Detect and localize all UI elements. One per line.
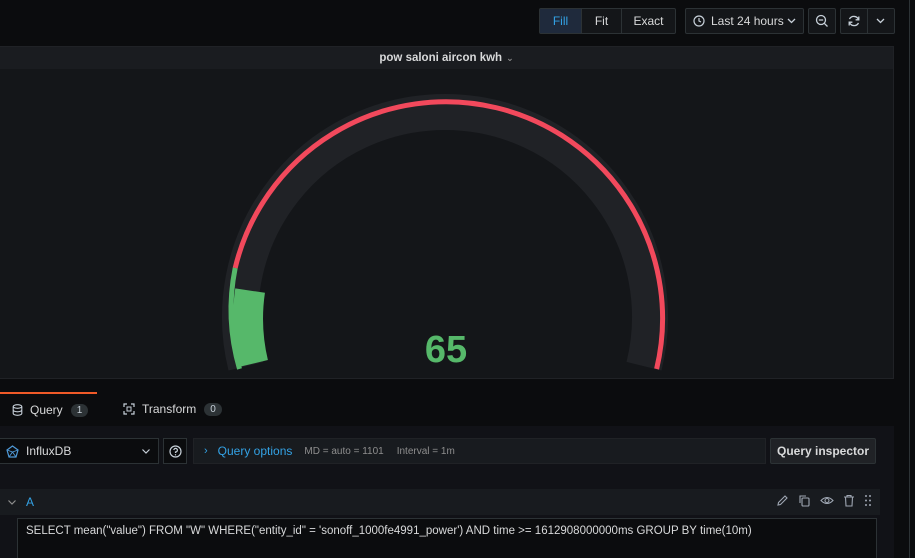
refresh-icon[interactable] (841, 9, 868, 33)
datasource-help-button[interactable] (163, 438, 187, 464)
drag-handle-icon[interactable] (864, 494, 872, 507)
query-inspector-button[interactable]: Query inspector (770, 438, 876, 464)
transform-icon (123, 403, 135, 415)
panel-header[interactable]: pow saloni aircon kwh ⌄ (0, 47, 893, 69)
query-row-header[interactable]: A (0, 489, 880, 515)
gauge-panel: pow saloni aircon kwh ⌄ 65 (0, 46, 894, 379)
refresh-picker[interactable] (840, 8, 895, 34)
chevron-down-icon[interactable] (8, 497, 16, 507)
query-options-label: Query options (217, 444, 293, 458)
chevron-down-icon[interactable] (868, 18, 894, 24)
tab-transform-label: Transform (142, 402, 197, 416)
tab-transform-count: 0 (204, 402, 222, 416)
exact-button[interactable]: Exact (622, 9, 675, 33)
editor-tabs: Query 1 Transform 0 (0, 392, 894, 426)
interval: Interval = 1m (396, 445, 455, 457)
chevron-down-icon (787, 18, 796, 24)
fit-button[interactable]: Fit (582, 9, 622, 33)
chevron-down-icon (142, 446, 150, 457)
top-toolbar: Fill Fit Exact Last 24 hours (0, 0, 915, 40)
query-options[interactable]: › Query options MD = auto = 1101 Interva… (193, 438, 766, 464)
fill-button[interactable]: Fill (540, 9, 582, 33)
zoom-out-icon (815, 14, 829, 28)
tab-transform[interactable]: Transform 0 (123, 392, 233, 426)
pencil-icon[interactable] (776, 494, 789, 507)
datasource-picker[interactable]: InfluxDB (0, 438, 159, 464)
view-mode-group: Fill Fit Exact (539, 8, 676, 34)
time-range-label: Last 24 hours (711, 14, 784, 28)
eye-icon[interactable] (820, 494, 834, 507)
time-range-picker[interactable]: Last 24 hours (685, 8, 804, 34)
tab-query[interactable]: Query 1 (0, 392, 97, 426)
gauge-value-arc (233, 288, 268, 367)
query-ref-id[interactable]: A (26, 495, 34, 509)
tab-query-label: Query (30, 403, 63, 417)
side-panel-edge (909, 0, 915, 558)
tab-query-count: 1 (70, 403, 89, 417)
chevron-right-icon: › (204, 445, 208, 457)
max-data-points: MD = auto = 1101 (304, 445, 384, 457)
gauge-value: 65 (424, 329, 468, 371)
influxdb-icon (6, 444, 19, 458)
database-icon (12, 404, 23, 416)
datasource-name: InfluxDB (26, 444, 72, 458)
chevron-down-icon: ⌄ (506, 52, 514, 63)
zoom-out-button[interactable] (808, 8, 836, 34)
raw-query-input[interactable]: SELECT mean("value") FROM "W" WHERE("ent… (17, 518, 877, 558)
clock-icon (693, 15, 705, 27)
question-circle-icon (168, 444, 182, 458)
copy-icon[interactable] (798, 494, 811, 507)
trash-icon[interactable] (843, 494, 855, 507)
panel-title: pow saloni aircon kwh (379, 52, 503, 64)
query-row-actions (776, 494, 872, 507)
